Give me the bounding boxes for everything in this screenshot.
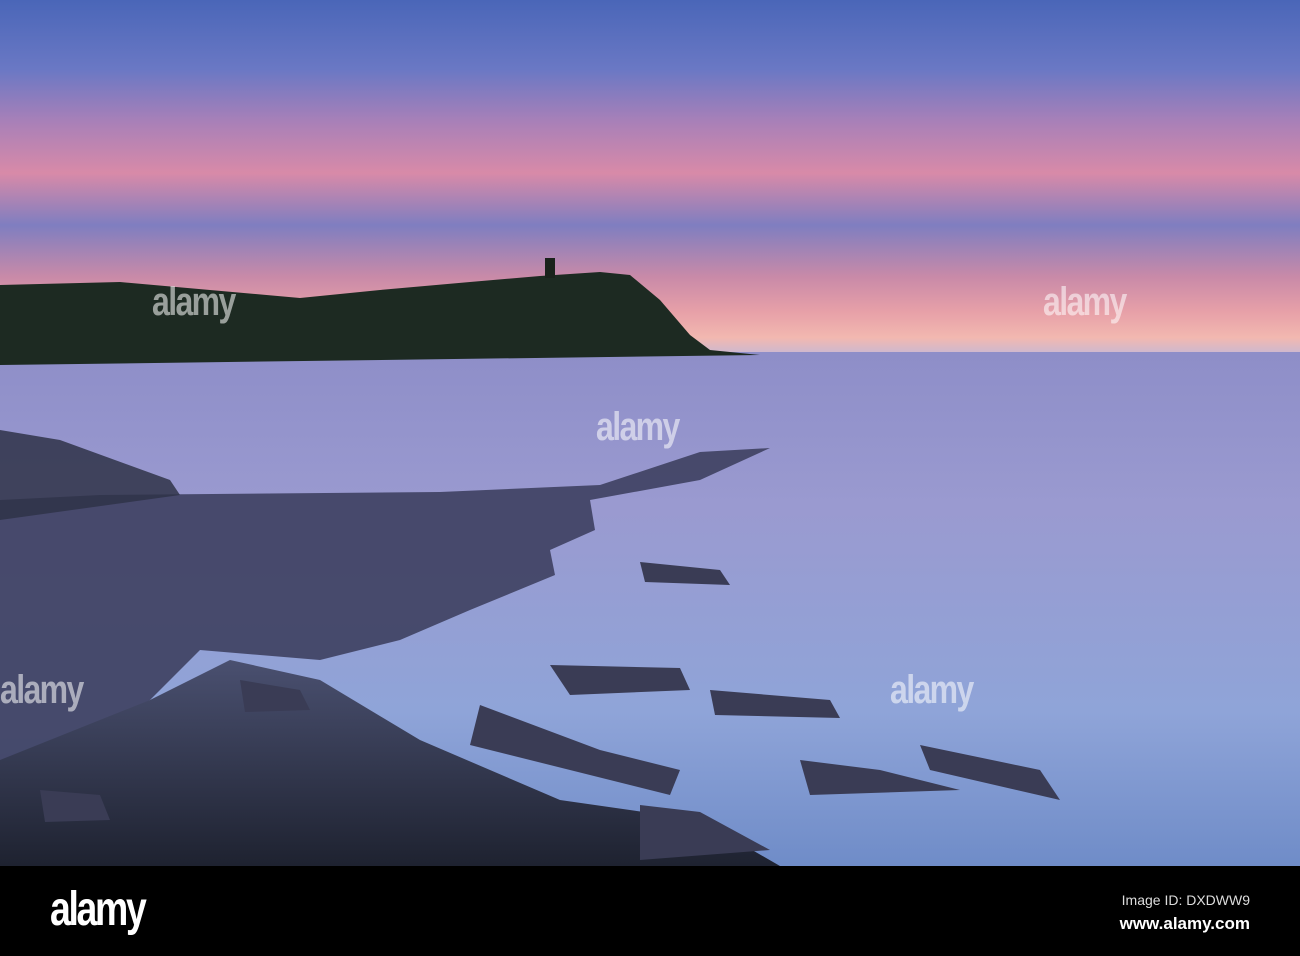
watermark: alamy bbox=[0, 668, 84, 712]
website-link[interactable]: www.alamy.com bbox=[1120, 914, 1250, 934]
alamy-logo: alamy bbox=[50, 883, 147, 936]
watermark: alamy bbox=[1043, 280, 1127, 324]
stock-photo-page: alamy alamy alamy alamy alamy alamy Imag… bbox=[0, 0, 1300, 956]
tower bbox=[545, 258, 555, 278]
watermark: alamy bbox=[890, 668, 974, 712]
footer-bar: alamy Image ID: DXDWW9 www.alamy.com bbox=[0, 866, 1300, 956]
watermark: alamy bbox=[596, 405, 680, 449]
watermark: alamy bbox=[152, 280, 236, 324]
headland bbox=[0, 272, 760, 365]
image-id: Image ID: DXDWW9 bbox=[1121, 892, 1250, 908]
seascape-photo: alamy alamy alamy alamy alamy bbox=[0, 0, 1300, 866]
